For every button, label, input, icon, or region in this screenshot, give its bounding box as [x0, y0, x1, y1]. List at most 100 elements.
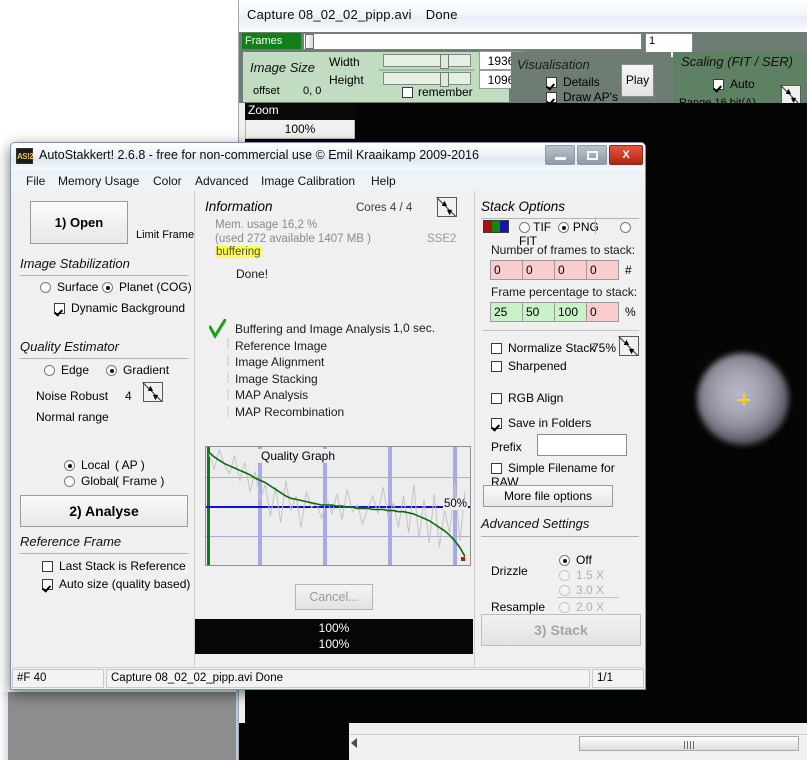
frames-cell-3[interactable]: 0 — [554, 260, 587, 280]
close-button[interactable]: X — [609, 145, 643, 165]
more-file-options-button[interactable]: More file options — [483, 485, 613, 507]
drizzle-off-radio[interactable] — [559, 555, 570, 566]
draw-aps-checkbox-row[interactable]: Draw AP's — [546, 90, 618, 104]
edge-radio-row[interactable]: Edge — [44, 363, 89, 377]
image-stabilization-header: Image Stabilization — [20, 256, 130, 271]
menu-item-image-calibration[interactable]: Image Calibration — [257, 173, 359, 189]
surface-radio-row[interactable]: Surface — [40, 280, 98, 294]
rgb-align-row[interactable]: RGB Align — [491, 391, 563, 405]
save-in-folders-checkbox[interactable] — [491, 418, 502, 429]
prefix-input[interactable] — [537, 434, 627, 456]
percentage-cell-2[interactable]: 50 — [522, 302, 555, 322]
drizzle-30x-row[interactable]: 3.0 X — [559, 583, 604, 597]
auto-size-row[interactable]: Auto size (quality based) — [42, 577, 190, 591]
draw-aps-checkbox[interactable] — [546, 92, 557, 103]
png-radio[interactable] — [558, 222, 570, 233]
menu-item-help[interactable]: Help — [367, 173, 400, 189]
frame-slider-thumb[interactable] — [305, 34, 314, 49]
save-in-folders-row[interactable]: Save in Folders — [491, 416, 591, 430]
rgb-align-checkbox[interactable] — [491, 393, 502, 404]
percentage-cell-1[interactable]: 25 — [490, 302, 523, 322]
step-marker — [227, 389, 229, 400]
menu-item-advanced[interactable]: Advanced — [191, 173, 252, 189]
dynamic-background-row[interactable]: Dynamic Background — [54, 301, 185, 315]
frame-slider[interactable] — [303, 33, 642, 50]
resample-20x-row[interactable]: 2.0 X — [559, 600, 604, 614]
global-radio-row[interactable]: Global — [64, 474, 116, 488]
maximize-button[interactable] — [577, 145, 607, 165]
planet-radio-row[interactable]: Planet (COG) — [102, 280, 192, 294]
cancel-button[interactable]: Cancel... — [295, 584, 373, 610]
tif-radio[interactable] — [519, 222, 530, 233]
planet-radio[interactable] — [102, 282, 113, 293]
simple-filename-checkbox[interactable] — [491, 463, 502, 474]
width-slider-thumb[interactable] — [440, 54, 449, 69]
capture-window-titlebar[interactable]: Capture 08_02_02_pipp.avi Done — [239, 0, 807, 32]
section-divider — [483, 330, 639, 331]
open-button[interactable]: 1) Open — [30, 201, 128, 244]
scroll-left-icon[interactable] — [351, 738, 357, 748]
normalize-spinner-icon[interactable]: ▲ ▼ — [619, 336, 639, 356]
details-checkbox[interactable] — [546, 77, 557, 88]
local-radio-row[interactable]: Local — [64, 458, 110, 472]
width-slider[interactable] — [383, 54, 471, 69]
last-stack-reference-row[interactable]: Last Stack is Reference — [42, 559, 186, 573]
frames-cell-4[interactable]: 0 — [586, 260, 619, 280]
autostakkert-titlebar[interactable]: AS!2 AutoStakkert! 2.6.8 - free for non-… — [11, 143, 645, 170]
noise-robust-spinner-icon[interactable]: ▲ ▼ — [143, 382, 163, 402]
minimize-button[interactable] — [545, 145, 575, 165]
gradient-radio[interactable] — [106, 365, 117, 376]
app-logo-icon: AS!2 — [16, 148, 34, 164]
scaling-spinner-icon[interactable]: ▲ ▼ — [781, 85, 801, 105]
frames-cell-2[interactable]: 0 — [522, 260, 555, 280]
drizzle-30x-radio[interactable] — [559, 585, 570, 596]
global-radio[interactable] — [64, 476, 75, 487]
drizzle-15x-row[interactable]: 1.5 X — [559, 568, 604, 582]
surface-radio[interactable] — [40, 282, 51, 293]
done-status: Done! — [236, 267, 269, 281]
memory-usage-line: Mem. usage 16,2 % — [215, 219, 318, 231]
auto-size-checkbox[interactable] — [42, 579, 53, 590]
drizzle-off-row[interactable]: Off — [559, 553, 592, 567]
scrollbar-thumb[interactable] — [579, 736, 799, 751]
horizontal-scrollbar[interactable] — [349, 734, 807, 753]
percentage-cell-3[interactable]: 100 — [554, 302, 587, 322]
last-stack-reference-checkbox[interactable] — [42, 561, 53, 572]
menu-item-file[interactable]: File — [22, 173, 49, 189]
zoom-value[interactable]: 100% — [245, 120, 355, 139]
remember-checkbox-row[interactable]: remember — [402, 85, 473, 99]
play-button[interactable]: Play — [621, 64, 654, 97]
local-radio[interactable] — [64, 460, 75, 471]
analyse-button[interactable]: 2) Analyse — [20, 495, 188, 527]
percentage-cell-4[interactable]: 0 — [586, 302, 619, 322]
remember-checkbox[interactable] — [402, 87, 413, 98]
gradient-radio-row[interactable]: Gradient — [106, 363, 169, 377]
resample-divider — [557, 597, 619, 598]
information-spinner-icon[interactable]: ▲ ▼ — [437, 197, 457, 217]
dynamic-background-checkbox[interactable] — [54, 303, 65, 314]
normalize-stack-row[interactable]: Normalize Stack — [491, 341, 595, 355]
scaling-auto-row[interactable]: Auto — [713, 77, 755, 91]
surface-label: Surface — [57, 280, 99, 294]
frames-cell-1[interactable]: 0 — [490, 260, 523, 280]
frames-unit-label: # — [625, 263, 632, 277]
sharpened-checkbox[interactable] — [491, 361, 502, 372]
fit-radio[interactable] — [620, 222, 632, 233]
resample-20x-label: 2.0 X — [576, 600, 605, 614]
height-slider[interactable] — [383, 72, 471, 87]
sharpened-row[interactable]: Sharpened — [491, 359, 567, 373]
edge-radio[interactable] — [44, 365, 55, 376]
limit-frames-label[interactable]: Limit Frames — [136, 229, 200, 241]
tif-radio-row[interactable]: TIF — [519, 220, 551, 234]
png-radio-row[interactable]: PNG — [558, 220, 599, 234]
section-divider — [20, 553, 188, 554]
menu-item-memory-usage[interactable]: Memory Usage — [54, 173, 143, 189]
normalize-stack-checkbox[interactable] — [491, 343, 502, 354]
details-checkbox-row[interactable]: Details — [546, 75, 600, 89]
more-file-options-wrap: More file options — [475, 485, 645, 507]
menu-item-color[interactable]: Color — [149, 173, 186, 189]
resample-20x-radio[interactable] — [559, 602, 570, 613]
scaling-auto-checkbox[interactable] — [713, 79, 724, 90]
drizzle-15x-radio[interactable] — [559, 570, 570, 581]
stack-button[interactable]: 3) Stack — [481, 614, 641, 646]
